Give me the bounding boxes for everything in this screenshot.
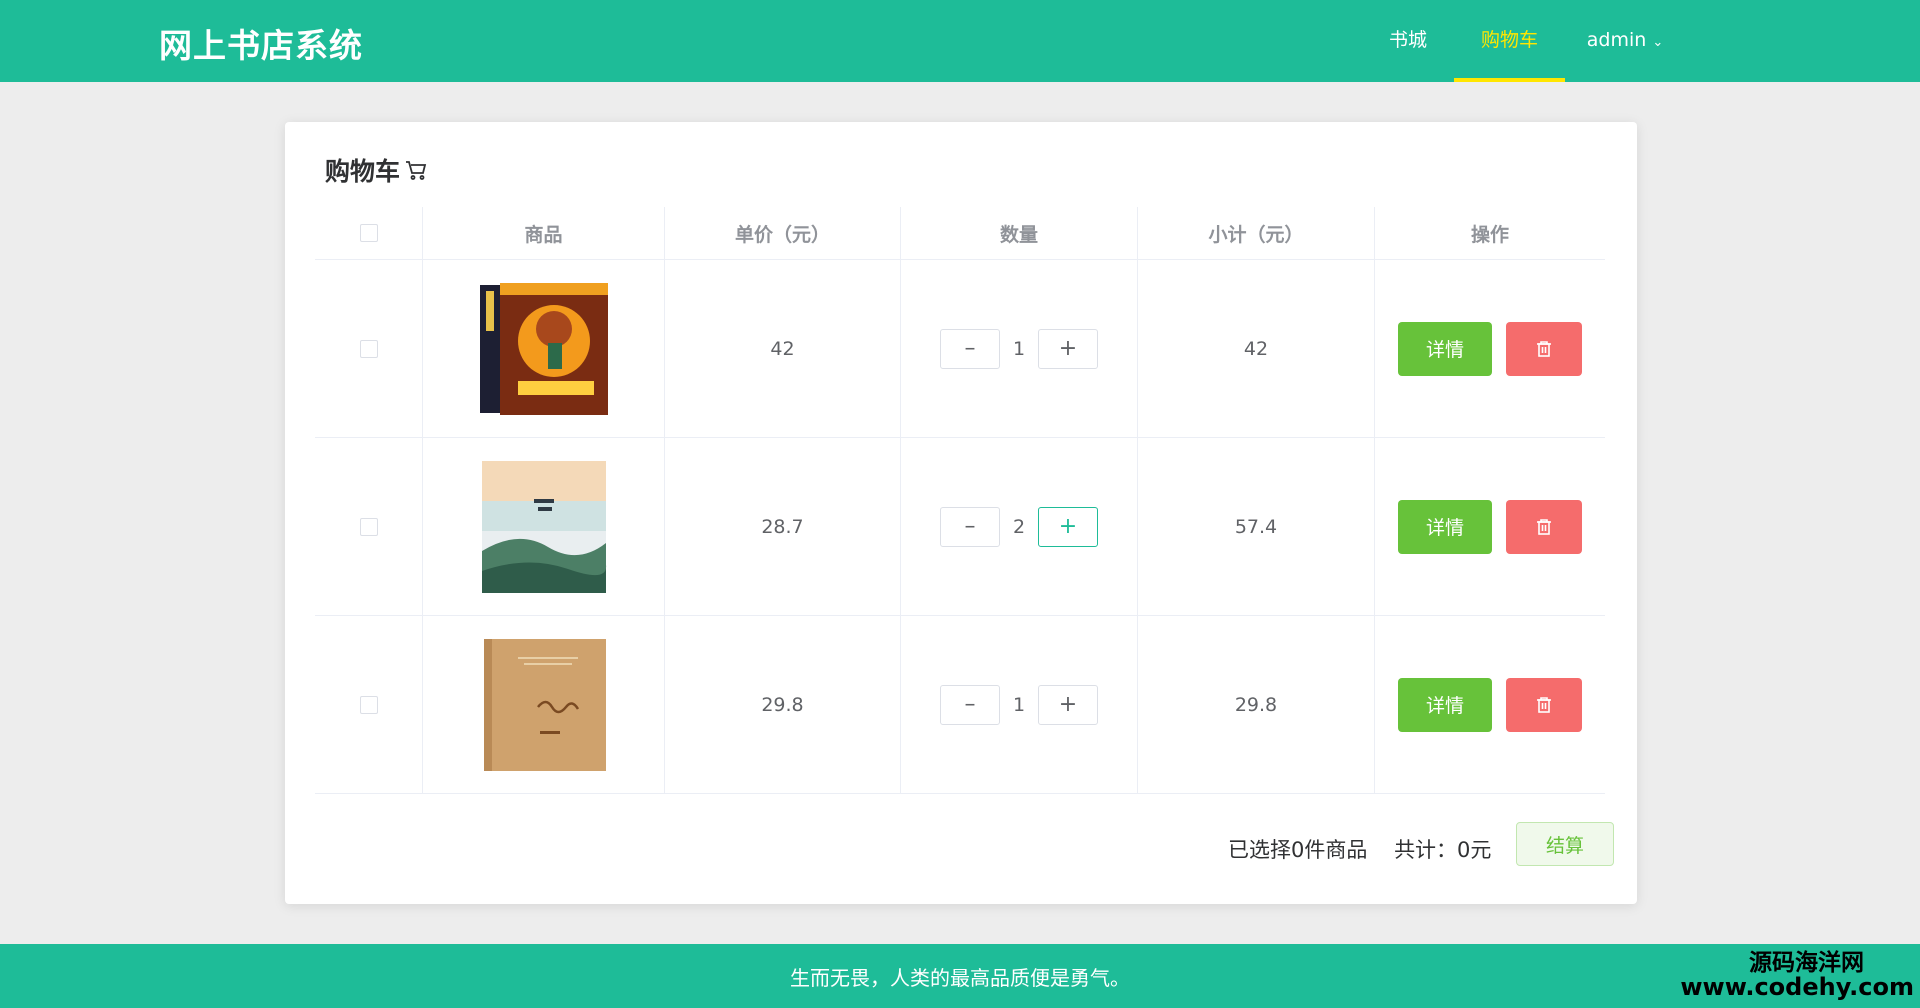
increase-button[interactable]: + — [1038, 328, 1098, 369]
select-cell — [315, 260, 423, 437]
header-product: 商品 — [423, 207, 665, 259]
footer-motto: 生而无畏，人类的最高品质便是勇气。 — [790, 965, 1130, 990]
total-amount: 共计：0元 — [1394, 838, 1492, 862]
product-cell — [423, 260, 665, 437]
page-footer: 生而无畏，人类的最高品质便是勇气。 — [0, 944, 1920, 1008]
quantity-value[interactable]: 1 — [1000, 338, 1038, 360]
user-name: admin — [1586, 29, 1647, 51]
watermark: 源码海洋网 www.codehy.com — [1680, 951, 1914, 1000]
product-cell — [423, 438, 665, 615]
quantity-cell: – 2 + — [901, 438, 1138, 615]
actions-cell: 详情 — [1375, 616, 1605, 793]
quantity-value[interactable]: 1 — [1000, 694, 1038, 716]
quantity-cell: – 1 + — [901, 260, 1138, 437]
book-cover-image[interactable] — [478, 637, 610, 773]
row-checkbox[interactable] — [359, 695, 378, 714]
selected-count: 已选择0件商品 — [1228, 838, 1368, 862]
book-cover-image[interactable] — [478, 281, 610, 417]
actions-cell: 详情 — [1375, 260, 1605, 437]
product-cell — [423, 616, 665, 793]
table-row: 29.8 – 1 + 29.8 详情 — [315, 616, 1605, 794]
row-checkbox[interactable] — [359, 517, 378, 536]
quantity-stepper: – 1 + — [940, 684, 1098, 725]
shopping-cart-icon — [406, 161, 427, 180]
decrease-button[interactable]: – — [940, 684, 1000, 725]
trash-icon — [1537, 518, 1551, 535]
plus-icon: + — [1058, 336, 1078, 361]
nav-item-books[interactable]: 书城 — [1362, 0, 1454, 82]
delete-button[interactable] — [1506, 321, 1582, 376]
user-menu[interactable]: admin ⌄ — [1565, 0, 1675, 82]
header-subtotal: 小计（元） — [1138, 207, 1375, 259]
quantity-cell: – 1 + — [901, 616, 1138, 793]
trash-icon — [1537, 696, 1551, 713]
quantity-stepper: – 1 + — [940, 328, 1098, 369]
book-cover-image[interactable] — [478, 459, 610, 595]
table-row: 42 – 1 + 42 详情 — [315, 260, 1605, 438]
minus-icon: – — [964, 692, 976, 717]
subtotal-cell: 29.8 — [1138, 616, 1375, 793]
header-quantity: 数量 — [901, 207, 1138, 259]
minus-icon: – — [964, 514, 976, 539]
plus-icon: + — [1058, 692, 1078, 717]
detail-button[interactable]: 详情 — [1398, 677, 1492, 732]
header-select-cell — [315, 207, 423, 259]
price-cell: 42 — [665, 260, 901, 437]
table-header-row: 商品 单价（元） 数量 小计（元） 操作 — [315, 207, 1605, 260]
minus-icon: – — [964, 336, 976, 361]
row-checkbox[interactable] — [359, 339, 378, 358]
select-cell — [315, 438, 423, 615]
row-actions: 详情 — [1398, 499, 1582, 554]
nav-item-cart[interactable]: 购物车 — [1454, 0, 1565, 82]
cart-table: 商品 单价（元） 数量 小计（元） 操作 42 – 1 + 42 详情 28.7… — [315, 207, 1605, 794]
page-title: 购物车 — [325, 152, 428, 188]
detail-button[interactable]: 详情 — [1398, 321, 1492, 376]
watermark-line1: 源码海洋网 — [1749, 949, 1864, 976]
main-nav: 书城 购物车 admin ⌄ — [1362, 0, 1675, 82]
detail-button[interactable]: 详情 — [1398, 499, 1492, 554]
chevron-down-icon: ⌄ — [1652, 35, 1664, 50]
checkout-button[interactable]: 结算 — [1516, 822, 1614, 866]
increase-button[interactable]: + — [1038, 684, 1098, 725]
row-actions: 详情 — [1398, 321, 1582, 376]
price-cell: 29.8 — [665, 616, 901, 793]
row-actions: 详情 — [1398, 677, 1582, 732]
decrease-button[interactable]: – — [940, 328, 1000, 369]
quantity-stepper: – 2 + — [940, 506, 1098, 547]
quantity-value[interactable]: 2 — [1000, 516, 1038, 538]
header-price: 单价（元） — [665, 207, 901, 259]
select-all-checkbox[interactable] — [359, 224, 378, 242]
plus-icon: + — [1058, 514, 1078, 539]
select-cell — [315, 616, 423, 793]
subtotal-cell: 57.4 — [1138, 438, 1375, 615]
site-logo[interactable]: 网上书店系统 — [159, 19, 363, 67]
cart-card: 购物车 商品 单价（元） 数量 小计（元） 操作 42 – 1 + 42 详情 … — [285, 122, 1637, 904]
top-header: 网上书店系统 书城 购物车 admin ⌄ — [0, 0, 1920, 82]
actions-cell: 详情 — [1375, 438, 1605, 615]
cart-summary: 已选择0件商品 共计：0元 — [1228, 834, 1491, 864]
cart-title-text: 购物车 — [325, 157, 401, 186]
price-cell: 28.7 — [665, 438, 901, 615]
trash-icon — [1537, 340, 1551, 357]
decrease-button[interactable]: – — [940, 506, 1000, 547]
subtotal-cell: 42 — [1138, 260, 1375, 437]
increase-button[interactable]: + — [1038, 506, 1098, 547]
delete-button[interactable] — [1506, 677, 1582, 732]
table-row: 28.7 – 2 + 57.4 详情 — [315, 438, 1605, 616]
delete-button[interactable] — [1506, 499, 1582, 554]
header-actions: 操作 — [1470, 223, 1509, 246]
watermark-line2: www.codehy.com — [1680, 972, 1914, 1001]
